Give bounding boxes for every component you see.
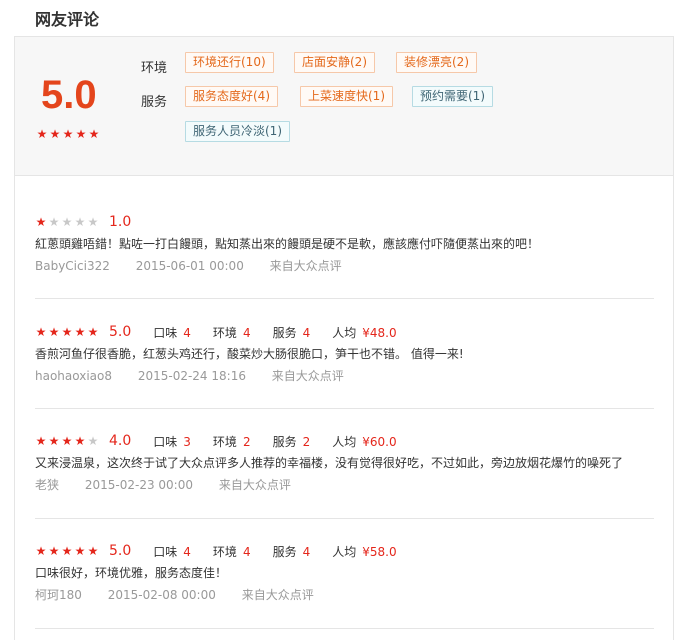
review-stars: ★ ★ ★ ★ ★	[35, 545, 99, 557]
star-icon: ★	[35, 325, 47, 339]
star-icon: ★	[48, 215, 60, 229]
review-service: 服务 2	[272, 434, 311, 449]
star-icon: ★	[48, 434, 60, 448]
review-footer: 柯珂180 2015-02-08 00:00 来自大众点评	[35, 586, 336, 603]
review-user[interactable]: 柯珂180	[35, 588, 82, 602]
review-rating-row: ★ ★ ★ ★ ★ 4.0 口味 3 环境 2 服务 2 人均 ¥60.0	[35, 433, 397, 449]
review-source: 来自大众点评	[269, 259, 342, 273]
review-rating-row: ★ ★ ★ ★ ★ 5.0 口味 4 环境 4 服务 4 人均 ¥58.0	[35, 543, 397, 559]
star-icon: ★	[88, 127, 100, 141]
review-service: 服务 4	[272, 544, 311, 559]
review-taste: 口味 4	[153, 325, 191, 340]
star-icon: ★	[61, 215, 73, 229]
review-time: 2015-02-23 00:00	[84, 478, 193, 492]
tag-cold-staff[interactable]: 服务人员冷淡(1)	[185, 121, 290, 142]
review-environment: 环境 4	[212, 544, 251, 559]
review-divider	[35, 408, 654, 409]
review-footer: haohaoxiao8 2015-02-24 18:16 来自大众点评	[35, 367, 366, 384]
review-score: 5.0	[109, 324, 132, 340]
tag-quiet-store[interactable]: 店面安静(2)	[294, 52, 375, 73]
star-icon: ★	[61, 325, 73, 339]
review-avg-price: 人均 ¥48.0	[332, 325, 397, 340]
star-icon: ★	[87, 215, 99, 229]
review-content: 紅蔥頭雞唔錯！點咗一打白饅頭，點知蒸出來的饅頭是硬不是軟，應該應付吓隨便蒸出來的…	[35, 237, 540, 251]
review-rating-row: ★ ★ ★ ★ ★ 1.0	[35, 214, 132, 230]
review-stars: ★ ★ ★ ★ ★	[35, 216, 99, 228]
review-environment: 环境 4	[212, 325, 251, 340]
star-icon: ★	[62, 127, 74, 141]
review-time: 2015-06-01 00:00	[135, 259, 244, 273]
review-avg-price: 人均 ¥58.0	[332, 544, 397, 559]
review-taste: 口味 3	[153, 434, 191, 449]
review-time: 2015-02-24 18:16	[137, 369, 246, 383]
review-user[interactable]: 老狭	[35, 478, 59, 492]
star-icon: ★	[48, 325, 60, 339]
tag-fast-serving[interactable]: 上菜速度快(1)	[300, 86, 393, 107]
review-avg-price: 人均 ¥60.0	[332, 434, 397, 449]
star-icon: ★	[87, 434, 99, 448]
section-title: 网友评论	[35, 10, 100, 29]
star-icon: ★	[48, 544, 60, 558]
review-service: 服务 4	[272, 325, 311, 340]
star-icon: ★	[61, 434, 73, 448]
overall-score: 5.0	[41, 73, 97, 117]
star-icon: ★	[35, 215, 47, 229]
tag-environment-ok[interactable]: 环境还行(10)	[185, 52, 274, 73]
tag-reservation-needed[interactable]: 预约需要(1)	[412, 86, 493, 107]
review-content: 又来浸温泉，这次终于试了大众点评多人推荐的幸福楼，没有觉得很好吃，不过如此，旁边…	[35, 456, 624, 470]
star-icon: ★	[35, 434, 47, 448]
tag-good-service[interactable]: 服务态度好(4)	[185, 86, 278, 107]
star-icon: ★	[49, 127, 61, 141]
star-icon: ★	[75, 127, 87, 141]
review-source: 来自大众点评	[218, 478, 291, 492]
review-source: 来自大众点评	[241, 588, 314, 602]
review-footer: BabyCici322 2015-06-01 00:00 来自大众点评	[35, 257, 364, 274]
star-icon: ★	[36, 127, 48, 141]
star-icon: ★	[87, 325, 99, 339]
rating-summary: 5.0 ★ ★ ★ ★ ★ 环境 环境还行(10) 店面安静(2) 装修漂亮(2) 服务…	[15, 37, 673, 176]
overall-stars: ★ ★ ★ ★ ★	[36, 128, 100, 140]
review-stars: ★ ★ ★ ★ ★	[35, 435, 99, 447]
review-score: 4.0	[109, 433, 132, 449]
tag-nice-decor[interactable]: 装修漂亮(2)	[396, 52, 477, 73]
review-score: 1.0	[109, 214, 132, 230]
review-content: 香煎河鱼仔很香脆，红葱头鸡还行，酸菜炒大肠很脆口，笋干也不错。 值得一来!	[35, 347, 464, 361]
star-icon: ★	[74, 215, 86, 229]
review-taste: 口味 4	[153, 544, 191, 559]
review-divider	[35, 518, 654, 519]
review-user[interactable]: haohaoxiao8	[35, 369, 112, 383]
review-divider	[35, 298, 654, 299]
star-icon: ★	[74, 434, 86, 448]
tag-group-label-service: 服务	[141, 95, 168, 110]
review-stars: ★ ★ ★ ★ ★	[35, 326, 99, 338]
review-environment: 环境 2	[212, 434, 251, 449]
star-icon: ★	[61, 544, 73, 558]
review-content: 口味很好，环境优雅，服务态度佳！	[35, 566, 228, 580]
review-rating-row: ★ ★ ★ ★ ★ 5.0 口味 4 环境 4 服务 4 人均 ¥48.0	[35, 324, 397, 340]
review-divider	[35, 628, 654, 629]
tag-group-label-environment: 环境	[141, 61, 168, 76]
review-footer: 老狭 2015-02-23 00:00 来自大众点评	[35, 476, 313, 493]
review-user[interactable]: BabyCici322	[35, 259, 110, 273]
star-icon: ★	[87, 544, 99, 558]
review-source: 来自大众点评	[271, 369, 344, 383]
star-icon: ★	[74, 544, 86, 558]
review-time: 2015-02-08 00:00	[107, 588, 216, 602]
star-icon: ★	[35, 544, 47, 558]
review-score: 5.0	[109, 543, 132, 559]
star-icon: ★	[74, 325, 86, 339]
